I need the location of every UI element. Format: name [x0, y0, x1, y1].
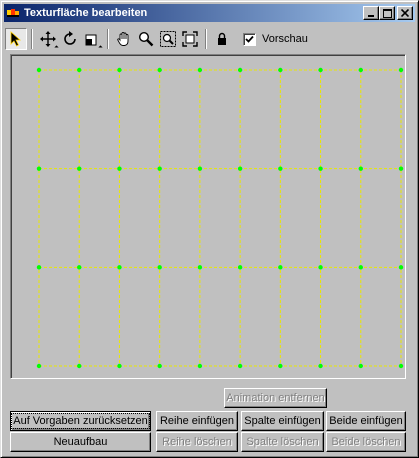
grid-vertex[interactable]	[36, 67, 42, 73]
grid-vertex[interactable]	[36, 363, 42, 369]
remove-animation-button[interactable]: Animation entfernen	[224, 388, 327, 408]
grid-vertex[interactable]	[197, 265, 203, 270]
rotate-tool[interactable]	[59, 28, 81, 50]
toolbar-separator	[31, 29, 33, 49]
delete-both-button[interactable]: Beide löschen	[326, 432, 406, 452]
insert-both-button[interactable]: Beide einfügen	[326, 411, 406, 431]
app-icon	[6, 6, 20, 20]
zoom-extents-icon	[182, 31, 198, 47]
grid-vertex[interactable]	[77, 166, 82, 171]
grid-vertex[interactable]	[318, 265, 323, 270]
texture-grid[interactable]	[11, 55, 405, 378]
zoom-icon	[138, 31, 154, 47]
grid-vertex[interactable]	[77, 67, 82, 73]
grid-vertex[interactable]	[197, 67, 203, 73]
zoom-region-icon	[160, 31, 176, 47]
grid-vertex[interactable]	[318, 166, 323, 171]
preview-checkbox[interactable]	[243, 32, 256, 46]
move-icon	[40, 31, 56, 47]
grid-vertex[interactable]	[197, 363, 203, 369]
toolbar-separator	[205, 29, 207, 49]
grid-vertex[interactable]	[36, 166, 42, 171]
grid-vertex[interactable]	[318, 363, 323, 369]
grid-vertex[interactable]	[237, 363, 243, 369]
grid-vertex[interactable]	[157, 166, 162, 171]
zoom-tool[interactable]	[135, 28, 157, 50]
maximize-icon	[382, 8, 392, 18]
grid-vertex[interactable]	[77, 363, 82, 369]
grid-vertex[interactable]	[157, 265, 162, 270]
grid-vertex[interactable]	[398, 166, 404, 171]
grid-vertex[interactable]	[398, 67, 404, 73]
zoom-region-tool[interactable]	[157, 28, 179, 50]
grid-vertex[interactable]	[36, 265, 42, 270]
preview-label[interactable]: Vorschau	[262, 33, 308, 45]
grid-vertex[interactable]	[117, 363, 122, 369]
pan-tool[interactable]	[113, 28, 135, 50]
toolbar: Vorschau	[5, 25, 415, 53]
grid-vertex[interactable]	[77, 265, 82, 270]
scale-tool[interactable]	[81, 28, 103, 50]
grid-vertex[interactable]	[358, 363, 363, 369]
scale-icon	[85, 34, 97, 46]
preview-toggle[interactable]: Vorschau	[243, 32, 308, 46]
window-title: Texturfläche bearbeiten	[24, 7, 148, 19]
texture-canvas[interactable]	[10, 54, 406, 379]
grid-vertex[interactable]	[117, 67, 122, 73]
grid-vertex[interactable]	[157, 67, 162, 73]
grid-vertex[interactable]	[237, 166, 243, 171]
minimize-button[interactable]	[363, 6, 379, 20]
delete-row-button[interactable]: Reihe löschen	[156, 432, 238, 452]
grid-vertex[interactable]	[278, 363, 283, 369]
grid-vertex[interactable]	[358, 166, 363, 171]
insert-column-button[interactable]: Spalte einfügen	[241, 411, 324, 431]
grid-vertex[interactable]	[278, 67, 283, 73]
lock-tool[interactable]	[211, 28, 233, 50]
minimize-icon	[368, 15, 374, 17]
grid-vertex[interactable]	[278, 265, 283, 270]
grid-vertex[interactable]	[358, 67, 363, 73]
maximize-button[interactable]	[379, 6, 395, 20]
toolbar-separator	[107, 29, 109, 49]
close-icon	[401, 9, 409, 17]
grid-vertex[interactable]	[398, 363, 404, 369]
reset-defaults-button[interactable]: Auf Vorgaben zurücksetzen	[10, 411, 151, 431]
grid-vertex[interactable]	[197, 166, 203, 171]
lock-icon	[218, 32, 226, 45]
title-bar[interactable]: Texturfläche bearbeiten	[4, 4, 415, 22]
grid-vertex[interactable]	[358, 265, 363, 270]
grid-vertex[interactable]	[398, 265, 404, 270]
rotate-icon	[64, 31, 76, 45]
texture-editor-window: Texturfläche bearbeiten Vorschau Animati…	[0, 0, 419, 458]
close-button[interactable]	[397, 6, 413, 20]
grid-vertex[interactable]	[318, 67, 323, 73]
insert-row-button[interactable]: Reihe einfügen	[156, 411, 238, 431]
grid-vertex[interactable]	[278, 166, 283, 171]
rebuild-button[interactable]: Neuaufbau	[10, 432, 151, 452]
grid-vertex[interactable]	[157, 363, 162, 369]
checkmark-icon	[245, 35, 254, 43]
select-icon	[10, 31, 22, 47]
select-tool[interactable]	[5, 28, 27, 50]
grid-vertex[interactable]	[117, 166, 122, 171]
grid-vertex[interactable]	[237, 67, 243, 73]
delete-column-button[interactable]: Spalte löschen	[241, 432, 324, 452]
move-tool[interactable]	[37, 28, 59, 50]
grid-vertex[interactable]	[237, 265, 243, 270]
grid-vertex[interactable]	[117, 265, 122, 270]
pan-hand-icon	[117, 32, 129, 46]
zoom-extents-tool[interactable]	[179, 28, 201, 50]
